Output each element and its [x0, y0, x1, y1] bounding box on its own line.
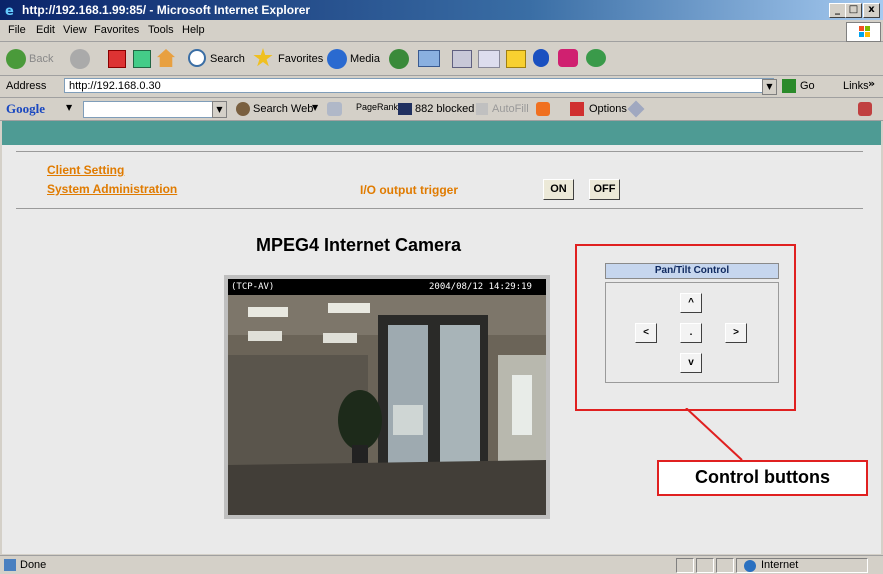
divider	[16, 208, 863, 209]
history-icon[interactable]	[389, 49, 409, 69]
go-button-label[interactable]: Go	[800, 80, 815, 92]
control-buttons-callout: Control buttons	[657, 460, 868, 496]
stop-icon[interactable]	[108, 50, 126, 68]
yahoo-messenger-icon[interactable]	[558, 49, 578, 67]
svg-text:e: e	[5, 4, 14, 17]
translate-icon[interactable]	[858, 102, 872, 116]
close-button[interactable]: x	[863, 3, 880, 18]
callout-pointer	[685, 408, 743, 461]
messenger-icon[interactable]	[586, 49, 606, 67]
media-button-label[interactable]: Media	[350, 53, 380, 65]
system-administration-link[interactable]: System Administration	[47, 182, 177, 196]
links-label[interactable]: Links	[843, 80, 869, 92]
status-segment	[716, 558, 734, 573]
edit-page-icon[interactable]	[478, 50, 500, 68]
pan-right-button[interactable]: >	[725, 323, 747, 343]
menu-favorites[interactable]: Favorites	[94, 24, 139, 36]
page-done-icon	[4, 559, 16, 571]
client-setting-link[interactable]: Client Setting	[47, 163, 124, 177]
refresh-icon[interactable]	[133, 50, 151, 68]
google-menu-chevron-icon[interactable]: ▼	[66, 103, 72, 112]
address-bar: Address http://192.168.0.30 ▼ Go Links »	[0, 76, 883, 98]
menu-edit[interactable]: Edit	[36, 24, 55, 36]
home-position-button[interactable]: .	[680, 323, 702, 343]
tilt-up-button[interactable]: ^	[680, 293, 702, 313]
options-label[interactable]: Options	[589, 103, 627, 115]
google-toolbar: Google ▼ ▼ Search Web ▼ PageRank 882 blo…	[0, 98, 883, 121]
camera-title: MPEG4 Internet Camera	[256, 235, 462, 255]
menu-bar: File Edit View Favorites Tools Help	[0, 20, 883, 42]
io-output-trigger-label: I/O output trigger	[360, 183, 458, 197]
address-input[interactable]: http://192.168.0.30	[64, 78, 774, 93]
pan-tilt-control-box: ^ < . > v	[605, 282, 779, 383]
highlight-pen-icon[interactable]	[627, 100, 645, 118]
print-icon[interactable]	[452, 50, 472, 68]
options-icon[interactable]	[570, 102, 584, 116]
address-label: Address	[6, 80, 47, 92]
menu-help[interactable]: Help	[182, 24, 205, 36]
menu-file[interactable]: File	[8, 24, 26, 36]
status-text: Done	[20, 559, 47, 571]
go-arrow-icon[interactable]	[782, 79, 796, 93]
forward-arrow-icon[interactable]	[70, 49, 90, 69]
io-on-button[interactable]: ON	[543, 179, 574, 200]
minimize-button[interactable]: _	[829, 3, 846, 18]
search-web-label[interactable]: Search Web	[253, 103, 313, 115]
autofill-icon[interactable]	[476, 103, 488, 115]
security-zone-label: Internet	[761, 559, 799, 571]
pagerank-label[interactable]: PageRank	[356, 102, 398, 112]
favorites-star-icon[interactable]	[253, 48, 273, 67]
tilt-down-button[interactable]: v	[680, 353, 702, 373]
status-bar: Done Internet	[0, 555, 883, 574]
status-segment	[696, 558, 714, 573]
internet-globe-icon	[744, 560, 756, 572]
search-site-icon[interactable]	[327, 102, 342, 116]
video-timestamp: 2004/08/12 14:29:19	[429, 282, 532, 292]
camera-scene	[228, 295, 546, 515]
search-web-icon[interactable]	[236, 102, 250, 116]
home-icon[interactable]	[157, 49, 175, 67]
google-brand[interactable]: Google	[6, 101, 45, 117]
google-search-input[interactable]	[83, 101, 213, 118]
web-page: Client Setting System Administration I/O…	[2, 121, 881, 554]
standard-toolbar: Back Search Favorites Media	[0, 42, 883, 76]
back-arrow-icon[interactable]	[6, 49, 26, 69]
menu-tools[interactable]: Tools	[148, 24, 174, 36]
search-button-label[interactable]: Search	[210, 53, 245, 65]
autofill-label[interactable]: AutoFill	[492, 103, 529, 115]
title-bar: e http://192.168.1.99:85/ - Microsoft In…	[0, 0, 883, 20]
links-chevron-icon[interactable]: »	[868, 77, 875, 90]
folder-icon[interactable]	[506, 50, 526, 68]
pan-tilt-highlight: Pan/Tilt Control ^ < . > v	[575, 244, 796, 411]
address-dropdown-icon[interactable]: ▼	[762, 79, 777, 95]
mail-icon[interactable]	[418, 50, 440, 67]
ie-logo-icon: e	[5, 4, 14, 17]
video-frame: (TCP-AV) 2004/08/12 14:29:19	[224, 275, 550, 519]
window-title: http://192.168.1.99:85/ - Microsoft Inte…	[22, 3, 311, 17]
io-off-button[interactable]: OFF	[589, 179, 620, 200]
header-bar	[2, 121, 881, 145]
camera-video: (TCP-AV) 2004/08/12 14:29:19	[228, 279, 546, 515]
popup-blocker-icon[interactable]	[398, 103, 412, 115]
media-icon[interactable]	[327, 49, 347, 69]
search-web-chevron-icon[interactable]: ▼	[312, 103, 318, 112]
menu-view[interactable]: View	[63, 24, 87, 36]
pan-tilt-header: Pan/Tilt Control	[605, 263, 779, 279]
bluetooth-icon[interactable]	[533, 49, 549, 67]
windows-flag-icon	[846, 22, 881, 42]
divider	[16, 151, 863, 152]
blogger-icon[interactable]	[536, 102, 550, 116]
maximize-button[interactable]: □	[845, 3, 862, 18]
pan-left-button[interactable]: <	[635, 323, 657, 343]
blocked-count-label[interactable]: 882 blocked	[415, 103, 474, 115]
favorites-button-label[interactable]: Favorites	[278, 53, 323, 65]
search-icon[interactable]	[188, 49, 206, 67]
back-button-label[interactable]: Back	[29, 53, 53, 65]
google-search-dropdown-icon[interactable]: ▼	[212, 101, 227, 118]
video-stream-label: (TCP-AV)	[231, 282, 275, 292]
status-segment	[676, 558, 694, 573]
